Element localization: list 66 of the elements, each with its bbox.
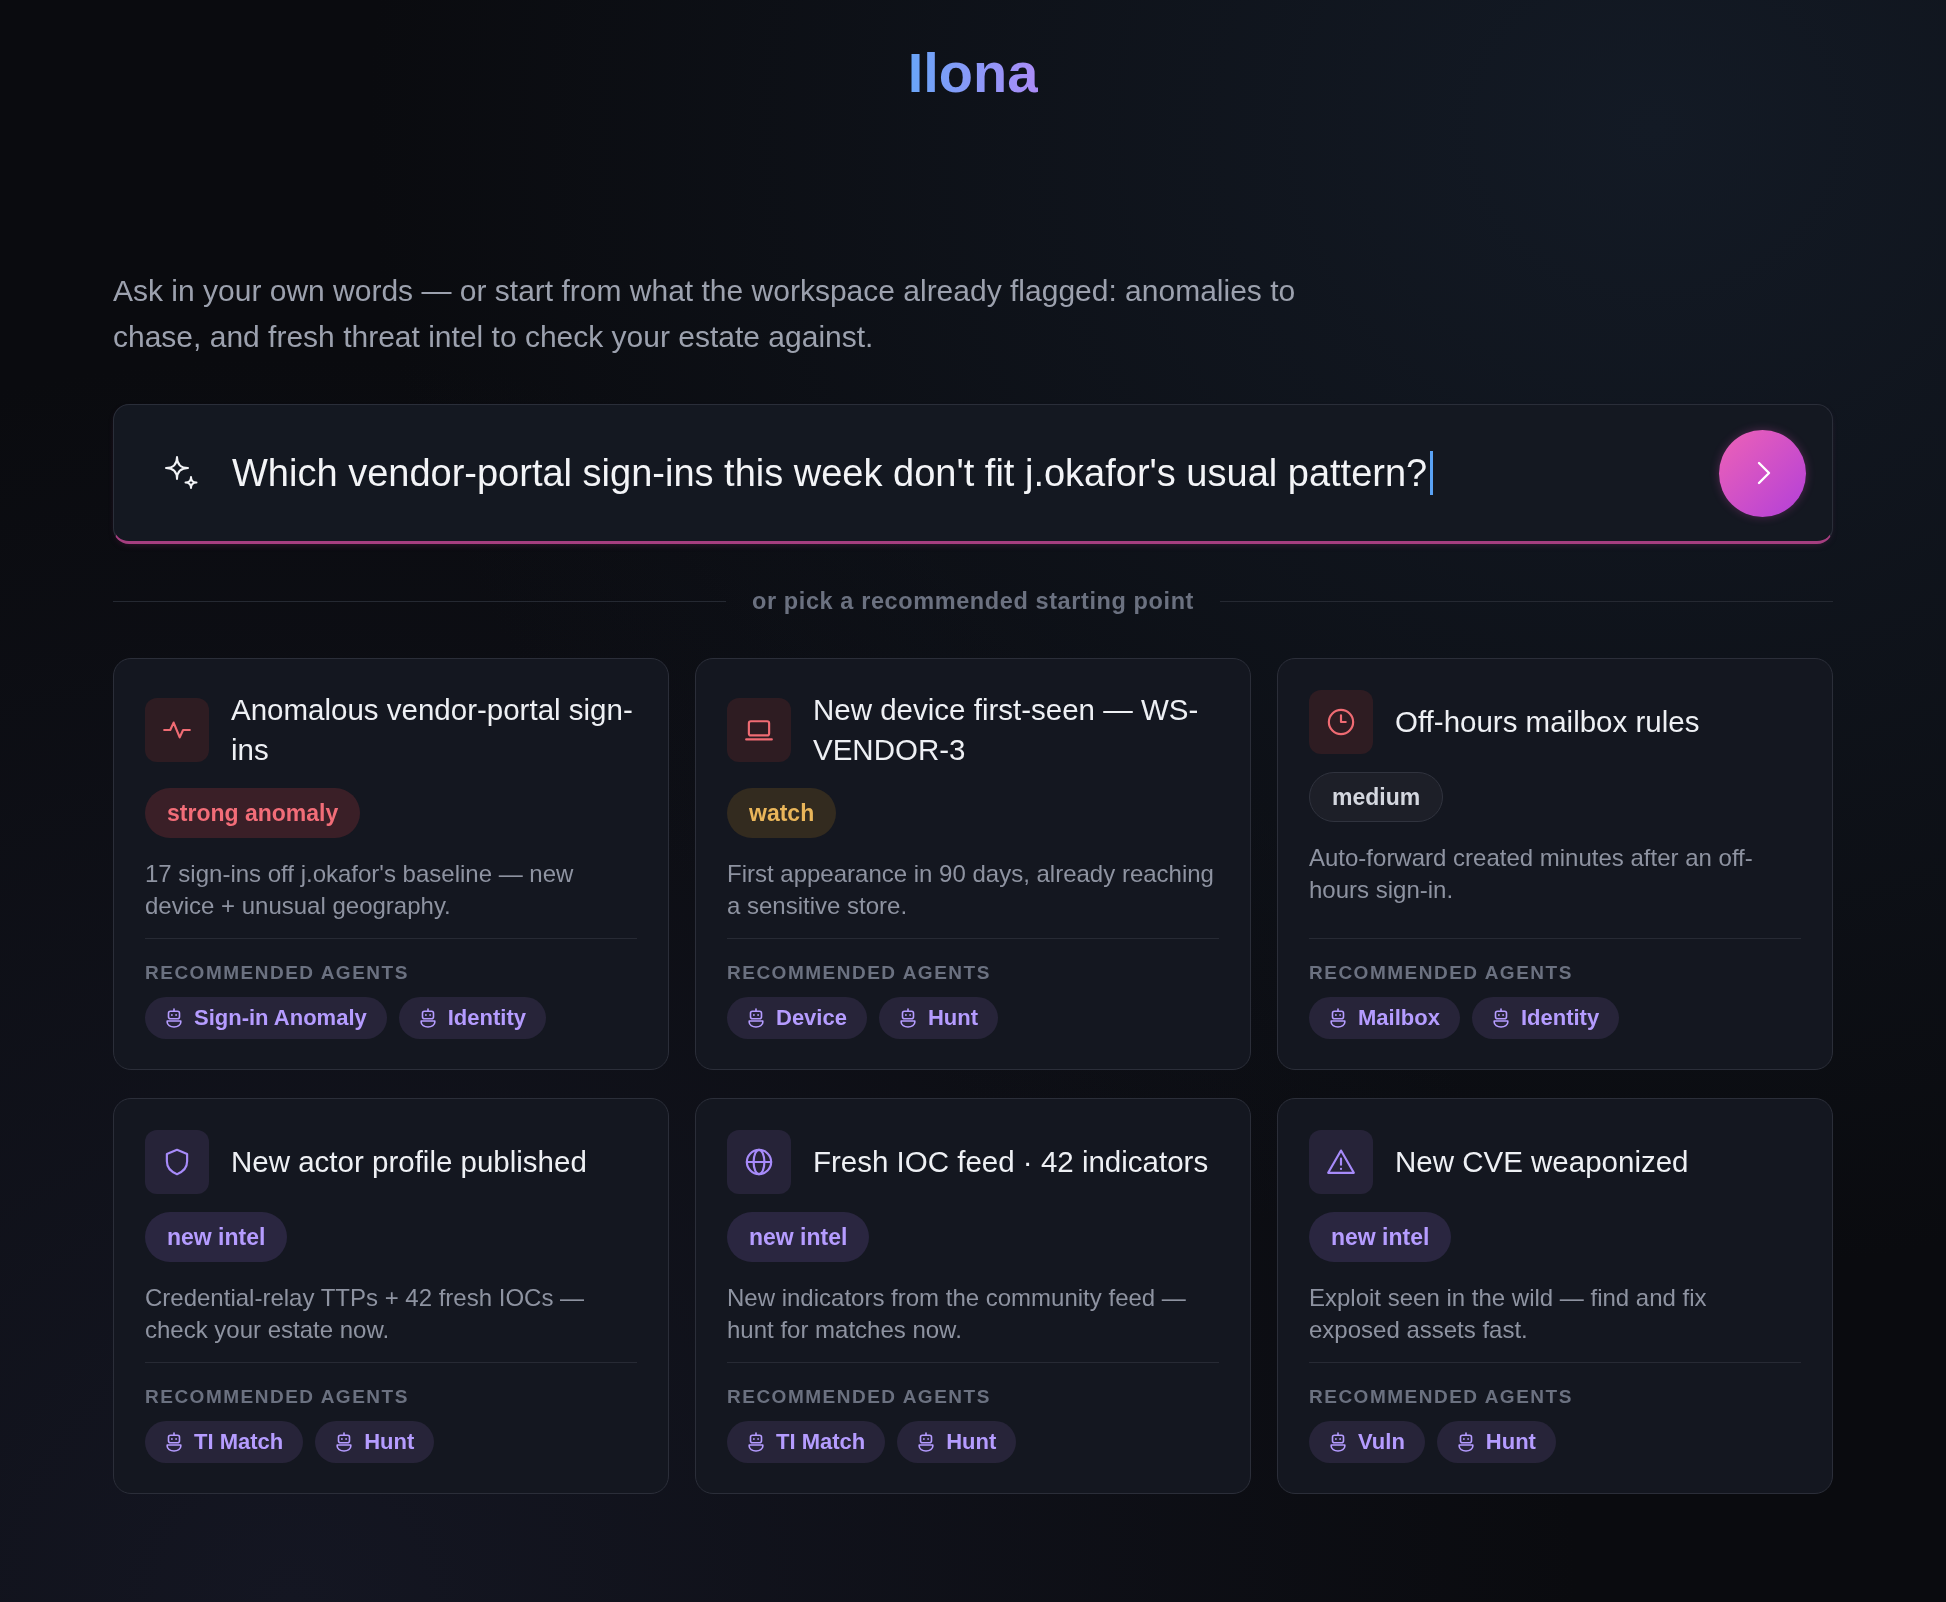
- agent-chip[interactable]: Hunt: [897, 1421, 1017, 1463]
- pulse-icon: [145, 698, 209, 762]
- card-description: Auto-forward created minutes after an off-hours sign-in.: [1309, 843, 1754, 905]
- robot-icon: [165, 1432, 183, 1452]
- warning-icon: [1309, 1130, 1373, 1194]
- agent-chip[interactable]: Hunt: [315, 1421, 435, 1463]
- suggestion-card[interactable]: Fresh IOC feed · 42 indicators new intel New indicators from the community feed — hunt for matches now. RECOMMENDED AGENTS TI Match Hunt: [695, 1098, 1251, 1494]
- suggestion-card[interactable]: New device first-seen — WS-VENDOR-3 watch First appearance in 90 days, already reaching a sensitive store. RECOMMENDED AGENTS Device Hunt: [695, 658, 1251, 1070]
- agent-chip[interactable]: Sign-in Anomaly: [145, 997, 387, 1039]
- severity-badge: strong anomaly: [145, 788, 361, 838]
- card-description: Credential-relay TTPs + 42 fresh IOCs — check your estate now.: [145, 1283, 586, 1345]
- query-input[interactable]: Which vendor-portal sign-ins this week don't fit j.okafor's usual pattern?: [232, 450, 1687, 496]
- card-title: Anomalous vendor-portal sign-ins: [231, 692, 634, 768]
- suggestion-card[interactable]: New actor profile published new intel Credential-relay TTPs + 42 fresh IOCs — check your estate now. RECOMMENDED AGENTS TI Match Hunt: [113, 1098, 669, 1494]
- agent-chip[interactable]: Hunt: [878, 997, 999, 1039]
- severity-badge: new intel: [727, 1212, 870, 1262]
- severity-badge: new intel: [1309, 1212, 1452, 1262]
- agents-label: RECOMMENDED AGENTS: [1309, 961, 1574, 985]
- robot-icon: [917, 1432, 936, 1452]
- card-description: New indicators from the community feed — hunt for matches now.: [727, 1283, 1187, 1345]
- globe-icon: [727, 1130, 791, 1194]
- robot-icon: [165, 1008, 183, 1028]
- card-description: 17 sign-ins off j.okafor's baseline — new device + unusual geography.: [145, 859, 575, 921]
- suggestion-card[interactable]: New CVE weaponized new intel Exploit seen in the wild — find and fix exposed assets fast. RECOMMENDED AGENTS Vuln Hunt: [1277, 1098, 1833, 1494]
- agents-label: RECOMMENDED AGENTS: [727, 1385, 992, 1409]
- card-title: Fresh IOC feed · 42 indicators: [813, 1144, 1209, 1180]
- suggestion-card[interactable]: Anomalous vendor-portal sign-ins strong anomaly 17 sign-ins off j.okafor's baseline — new device + unusual geography. RECOMMENDED AGENTS Sign-in Anomaly Identity: [113, 658, 669, 1070]
- intro-text: Ask in your own words — or start from what the workspace already flagged: anomalies to chase, and fresh threat intel to check your estate against.: [113, 273, 1297, 355]
- robot-icon: [747, 1008, 765, 1028]
- agent-chip[interactable]: Hunt: [1436, 1421, 1556, 1463]
- agent-chip[interactable]: Device: [727, 997, 867, 1039]
- severity-badge: medium: [1309, 772, 1444, 822]
- card-title: Off-hours mailbox rules: [1395, 704, 1700, 740]
- agent-chip[interactable]: Identity: [398, 997, 546, 1039]
- agent-chip[interactable]: TI Match: [145, 1421, 304, 1463]
- agents-label: RECOMMENDED AGENTS: [1309, 1385, 1574, 1409]
- send-button[interactable]: [1719, 429, 1806, 517]
- robot-icon: [418, 1008, 437, 1028]
- agents-label: RECOMMENDED AGENTS: [145, 1385, 410, 1409]
- agent-chip[interactable]: TI Match: [727, 1421, 886, 1463]
- agent-chip[interactable]: Vuln: [1309, 1421, 1425, 1463]
- agent-chip[interactable]: Identity: [1471, 997, 1620, 1039]
- text-cursor: [1430, 451, 1434, 495]
- clock-icon: [1309, 690, 1373, 754]
- robot-icon: [1491, 1008, 1510, 1028]
- card-title: New device first-seen — WS-VENDOR-3: [813, 692, 1200, 768]
- robot-icon: [898, 1008, 917, 1028]
- shield-icon: [145, 1130, 209, 1194]
- card-title: New CVE weaponized: [1395, 1144, 1689, 1180]
- divider-label: or pick a recommended starting point: [751, 587, 1195, 615]
- laptop-icon: [727, 698, 791, 762]
- agents-label: RECOMMENDED AGENTS: [145, 961, 410, 985]
- agent-chip[interactable]: Mailbox: [1309, 997, 1460, 1039]
- robot-icon: [1329, 1432, 1347, 1452]
- card-description: Exploit seen in the wild — find and fix exposed assets fast.: [1309, 1283, 1708, 1345]
- card-title: New actor profile published: [231, 1144, 587, 1180]
- agents-label: RECOMMENDED AGENTS: [727, 961, 992, 985]
- robot-icon: [747, 1432, 765, 1452]
- suggestion-card[interactable]: Off-hours mailbox rules medium Auto-forward created minutes after an off-hours sign-in. RECOMMENDED AGENTS Mailbox Identity: [1277, 658, 1833, 1070]
- severity-badge: watch: [727, 788, 837, 838]
- robot-icon: [1456, 1432, 1475, 1452]
- card-description: First appearance in 90 days, already reaching a sensitive store.: [727, 859, 1215, 921]
- sparkle-icon: [164, 455, 200, 491]
- robot-icon: [335, 1432, 354, 1452]
- robot-icon: [1329, 1008, 1347, 1028]
- severity-badge: new intel: [145, 1212, 288, 1262]
